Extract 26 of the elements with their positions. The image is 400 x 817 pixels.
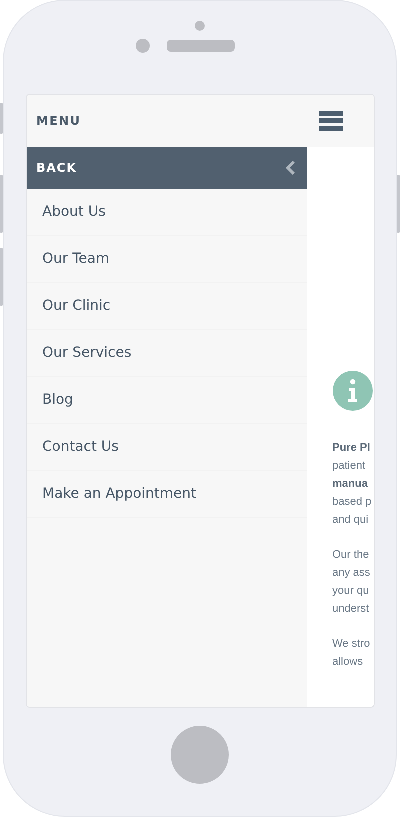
menu-item[interactable]: Contact Us (26, 424, 306, 471)
body-text: We stro (332, 637, 370, 652)
back-label: BACK (36, 161, 78, 175)
menu-item[interactable]: Our Team (26, 236, 306, 283)
menu-title: MENU (36, 114, 82, 128)
back-button[interactable]: BACK (26, 147, 306, 189)
body-text: underst (332, 602, 370, 617)
body-text: patient (332, 459, 366, 474)
menu-item[interactable]: About Us (26, 189, 306, 236)
body-text: Our the (332, 548, 370, 563)
menu-item[interactable]: Our Services (26, 330, 306, 377)
menu-item[interactable]: Blog (26, 377, 306, 424)
menu-icon[interactable] (318, 111, 342, 131)
camera-icon (195, 21, 205, 31)
body-text: your qu (332, 584, 370, 599)
chevron-left-icon (286, 161, 296, 175)
body-text: and qui (332, 513, 369, 528)
body-text: based p (332, 495, 372, 510)
body-text: any ass (332, 566, 370, 581)
speaker-icon (166, 40, 234, 52)
camera-icon (136, 39, 150, 53)
body-text: Pure Pl (332, 441, 370, 456)
body-text: allows (332, 655, 364, 670)
menu-item[interactable]: Make an Appointment (26, 471, 306, 518)
menu-item[interactable]: Our Clinic (26, 283, 306, 330)
body-text: manua (332, 477, 368, 492)
